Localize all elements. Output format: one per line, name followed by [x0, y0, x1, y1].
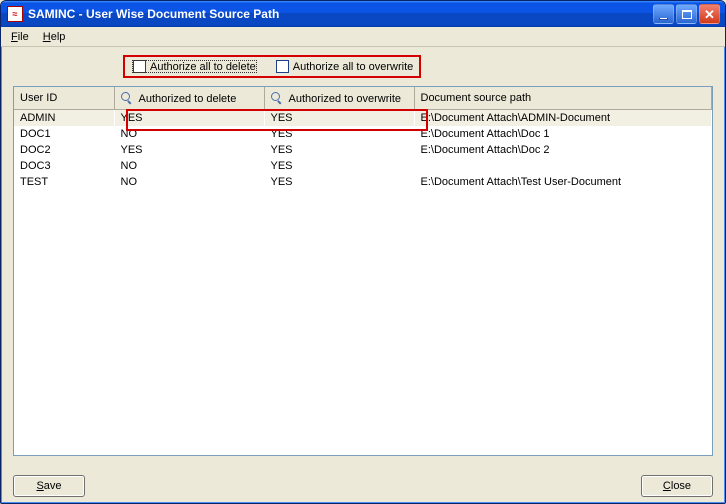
minimize-button[interactable] [653, 4, 674, 24]
menu-bar: File Help [1, 27, 725, 47]
global-options-highlight: Authorize all to delete Authorize all to… [123, 55, 421, 78]
cell-auth-delete: NO [114, 126, 264, 142]
search-icon [271, 92, 283, 104]
minimize-icon [659, 18, 668, 20]
authorize-all-delete-checkbox[interactable]: Authorize all to delete [131, 59, 258, 74]
checkbox-icon [133, 60, 146, 73]
checkbox-label: Authorize all to overwrite [293, 61, 413, 73]
close-button-footer[interactable]: Close [641, 475, 713, 497]
title-bar: ≈ SAMINC - User Wise Document Source Pat… [1, 1, 725, 27]
window-title: SAMINC - User Wise Document Source Path [28, 7, 653, 21]
authorize-all-overwrite-checkbox[interactable]: Authorize all to overwrite [276, 60, 413, 73]
close-icon: ✕ [704, 8, 715, 21]
app-icon: ≈ [7, 6, 23, 22]
cell-userid: DOC1 [14, 126, 114, 142]
cell-path: E:\Document Attach\Doc 1 [414, 126, 712, 142]
cell-auth-overwrite: YES [264, 158, 414, 174]
cell-auth-delete: NO [114, 174, 264, 190]
cell-auth-overwrite: YES [264, 110, 414, 127]
close-button[interactable]: ✕ [699, 4, 720, 24]
cell-userid: TEST [14, 174, 114, 190]
cell-path: E:\Document Attach\ADMIN-Document [414, 110, 712, 127]
cell-path [414, 158, 712, 174]
cell-path: E:\Document Attach\Test User-Document [414, 174, 712, 190]
cell-userid: DOC3 [14, 158, 114, 174]
table-row[interactable]: DOC1 NO YES E:\Document Attach\Doc 1 [14, 126, 712, 142]
checkbox-icon [276, 60, 289, 73]
cell-auth-delete: YES [114, 142, 264, 158]
col-header-userid[interactable]: User ID [14, 87, 114, 110]
footer-buttons: Save Close [1, 475, 725, 497]
maximize-button[interactable] [676, 4, 697, 24]
checkbox-label: Authorize all to delete [150, 61, 256, 73]
col-header-auth-overwrite[interactable]: Authorized to overwrite [264, 87, 414, 110]
col-header-auth-delete[interactable]: Authorized to delete [114, 87, 264, 110]
table-row[interactable]: DOC3 NO YES [14, 158, 712, 174]
cell-auth-overwrite: YES [264, 126, 414, 142]
cell-auth-delete: YES [114, 110, 264, 127]
menu-help[interactable]: Help [37, 29, 72, 45]
window: ≈ SAMINC - User Wise Document Source Pat… [0, 0, 726, 504]
data-grid[interactable]: User ID Authorized to delete Authorized … [13, 86, 713, 456]
table-row[interactable]: DOC2 YES YES E:\Document Attach\Doc 2 [14, 142, 712, 158]
cell-userid: ADMIN [14, 110, 114, 127]
cell-auth-overwrite: YES [264, 174, 414, 190]
col-header-path[interactable]: Document source path [414, 87, 712, 110]
menu-file[interactable]: File [5, 29, 35, 45]
table-row[interactable]: TEST NO YES E:\Document Attach\Test User… [14, 174, 712, 190]
options-panel: Authorize all to delete Authorize all to… [1, 47, 725, 82]
cell-auth-delete: NO [114, 158, 264, 174]
save-button[interactable]: Save [13, 475, 85, 497]
user-table: User ID Authorized to delete Authorized … [14, 87, 712, 190]
table-row[interactable]: ADMIN YES YES E:\Document Attach\ADMIN-D… [14, 110, 712, 127]
cell-userid: DOC2 [14, 142, 114, 158]
cell-path: E:\Document Attach\Doc 2 [414, 142, 712, 158]
maximize-icon [682, 10, 692, 19]
window-controls: ✕ [653, 4, 720, 24]
search-icon [121, 92, 133, 104]
cell-auth-overwrite: YES [264, 142, 414, 158]
